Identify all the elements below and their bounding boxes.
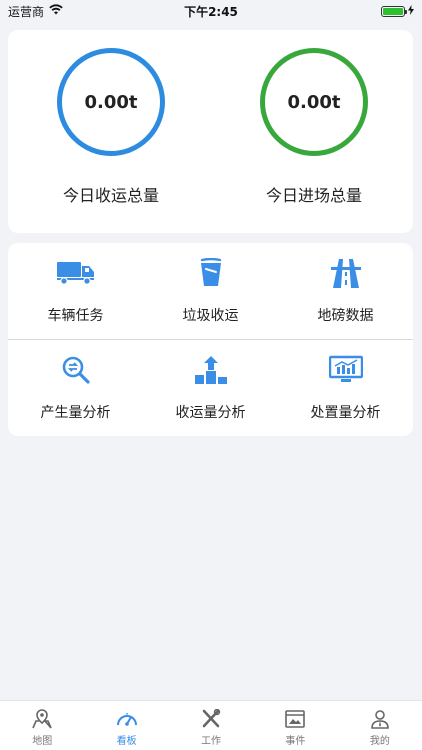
collection-total-ring: 0.00t: [57, 48, 165, 156]
grid-item-weighbridge-data[interactable]: 地磅数据: [278, 243, 413, 339]
grid-item-label: 产生量分析: [40, 405, 111, 421]
grid-item-label: 车辆任务: [47, 308, 104, 324]
function-grid-card: 车辆任务 垃圾收运 地磅数据 产生量分析 收运量分析 处置量分析: [8, 243, 413, 436]
tab-label: 事件: [285, 736, 306, 747]
grid-item-label: 地磅数据: [317, 308, 374, 324]
carrier-label: 运营商: [8, 4, 45, 19]
status-time: 下午2:45: [184, 4, 238, 19]
grid-item-label: 收运量分析: [175, 405, 246, 421]
status-bar: 运营商 下午2:45: [0, 0, 422, 22]
tab-map[interactable]: 地图: [0, 701, 84, 750]
totals-card: 0.00t 今日收运总量 0.00t 今日进场总量: [8, 30, 413, 233]
trash-bin-icon: [191, 257, 231, 289]
map-pin-icon: [31, 709, 53, 729]
tab-label: 看板: [116, 736, 137, 747]
tab-events[interactable]: 事件: [253, 701, 337, 750]
tab-work[interactable]: 工作: [169, 701, 253, 750]
tools-icon: [200, 709, 222, 729]
status-right: [381, 4, 414, 18]
grid-item-label: 垃圾收运: [182, 308, 239, 324]
grid-row: 产生量分析 收运量分析 处置量分析: [8, 340, 413, 436]
tab-profile[interactable]: 我的: [338, 701, 422, 750]
highway-icon: [326, 257, 366, 289]
tab-label: 我的: [369, 736, 390, 747]
tab-bar: 地图 看板 工作 事件 我的: [0, 700, 422, 750]
grid-item-generation-analysis[interactable]: 产生量分析: [8, 340, 143, 436]
truck-icon: [56, 257, 96, 289]
grid-row: 车辆任务 垃圾收运 地磅数据: [8, 243, 413, 339]
monitor-chart-icon: [326, 354, 366, 386]
user-icon: [369, 709, 391, 729]
tab-dashboard[interactable]: 看板: [84, 701, 168, 750]
collection-total-value: 0.00t: [84, 91, 138, 113]
collection-total-label: 今日收运总量: [62, 186, 159, 205]
upload-podium-icon: [191, 354, 231, 386]
entry-total-label: 今日进场总量: [265, 186, 362, 205]
grid-item-garbage-collection[interactable]: 垃圾收运: [143, 243, 278, 339]
search-analysis-icon: [56, 354, 96, 386]
event-window-icon: [284, 709, 306, 729]
grid-item-vehicle-tasks[interactable]: 车辆任务: [8, 243, 143, 339]
dashboard-gauge-icon: [116, 709, 138, 729]
tab-label: 地图: [32, 736, 53, 747]
today-collection-total[interactable]: 0.00t 今日收运总量: [46, 48, 176, 206]
entry-total-ring: 0.00t: [260, 48, 368, 156]
today-entry-total[interactable]: 0.00t 今日进场总量: [249, 48, 379, 206]
grid-item-disposal-analysis[interactable]: 处置量分析: [278, 340, 413, 436]
entry-total-value: 0.00t: [287, 91, 341, 113]
tab-label: 工作: [201, 736, 222, 747]
grid-item-collection-analysis[interactable]: 收运量分析: [143, 340, 278, 436]
battery-icon: [381, 5, 407, 17]
charging-icon: [408, 4, 414, 18]
status-left: 运营商: [8, 3, 63, 20]
wifi-icon: [49, 4, 63, 18]
grid-item-label: 处置量分析: [310, 405, 381, 421]
